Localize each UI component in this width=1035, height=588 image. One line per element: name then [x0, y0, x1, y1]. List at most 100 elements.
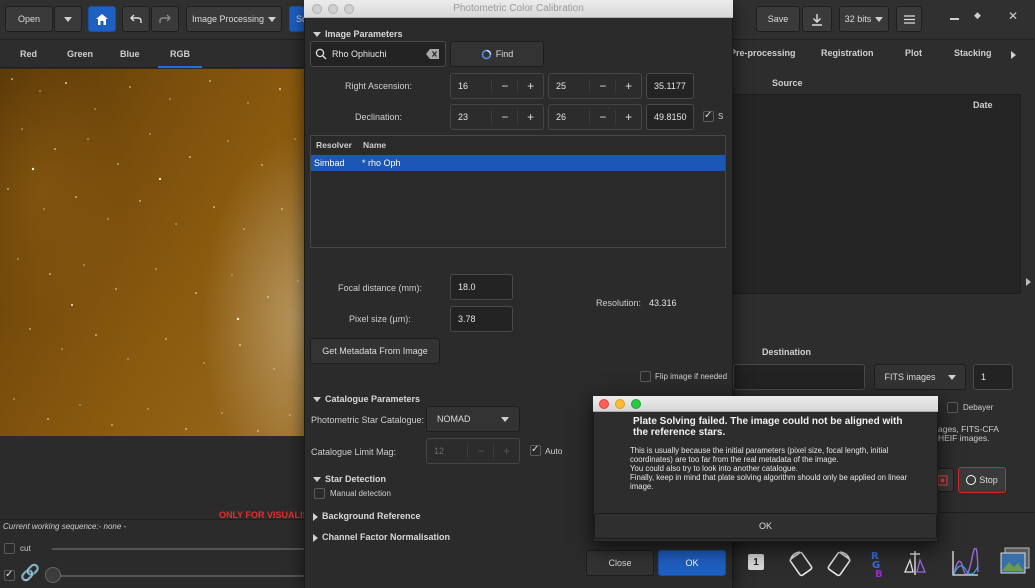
cut-slider-track[interactable]	[52, 548, 304, 550]
name-column-header[interactable]: Name	[363, 140, 386, 150]
row-name: * rho Oph	[362, 158, 401, 168]
channel-factor-header[interactable]: Channel Factor Normalisation	[313, 532, 450, 542]
destination-field[interactable]	[733, 364, 865, 390]
rotate-left-icon[interactable]	[786, 548, 816, 578]
close-window-icon[interactable]: ✕	[1008, 9, 1018, 23]
minus-icon[interactable]: −	[491, 110, 517, 124]
download-icon	[812, 13, 822, 26]
redo-button[interactable]	[151, 6, 179, 32]
ra-seconds-field[interactable]: 35.1177	[646, 73, 694, 99]
dec-seconds-field[interactable]: 49.8150	[646, 104, 694, 130]
link-icon[interactable]: 🔗	[20, 563, 40, 583]
auto-checkbox[interactable]	[530, 444, 541, 456]
error-body-1: This is usually because the initial para…	[630, 446, 889, 464]
tab-blue[interactable]: Blue	[120, 49, 140, 59]
focal-distance-field[interactable]: 18.0	[450, 274, 513, 300]
find-button[interactable]: Find	[450, 41, 544, 67]
catalogue-parameters-header[interactable]: Catalogue Parameters	[313, 394, 420, 404]
south-checkbox[interactable]	[703, 110, 714, 122]
debayer-label: Debayer	[963, 403, 994, 412]
object-search-input[interactable]: Rho Ophiuchi	[310, 41, 446, 67]
tab-registration[interactable]: Registration	[821, 48, 874, 58]
resolver-table[interactable]	[310, 135, 726, 248]
tab-green[interactable]: Green	[67, 49, 93, 59]
error-close-dot[interactable]	[599, 399, 609, 409]
pixel-size-field[interactable]: 3.78	[450, 306, 513, 332]
limit-mag-spinner[interactable]: 12− +	[426, 438, 520, 464]
badge-1-icon[interactable]: 1	[748, 554, 764, 570]
low-slider-handle[interactable]	[45, 567, 61, 583]
destination-header: Destination	[762, 347, 812, 357]
resolver-column-header[interactable]: Resolver	[316, 140, 352, 150]
tab-rgb[interactable]: RGB	[170, 49, 190, 59]
panel-collapse-icon[interactable]	[1026, 276, 1035, 286]
get-metadata-button[interactable]: Get Metadata From Image	[310, 338, 440, 364]
catalogue-select[interactable]: NOMAD	[426, 406, 520, 432]
cut-label: cut	[20, 544, 31, 553]
low-slider-track[interactable]	[52, 575, 304, 577]
svg-text:B: B	[875, 569, 883, 578]
bit-depth-menu[interactable]: 32 bits	[839, 6, 889, 32]
output-count-field[interactable]: 1	[973, 364, 1013, 390]
scripts-menu[interactable]: Sc	[289, 6, 307, 32]
dec-degrees-spinner[interactable]: 23− +	[450, 104, 544, 130]
dec-minutes-spinner[interactable]: 26− +	[548, 104, 642, 130]
plus-icon[interactable]: +	[615, 110, 641, 124]
plus-icon[interactable]: +	[615, 79, 641, 93]
table-row[interactable]: Simbad * rho Oph	[311, 155, 725, 171]
save-button[interactable]: Save	[756, 6, 800, 32]
error-minimize-dot[interactable]	[615, 399, 625, 409]
open-button[interactable]: Open	[5, 6, 53, 32]
tab-stacking[interactable]: Stacking	[954, 48, 992, 58]
error-ok-button[interactable]: OK	[594, 513, 937, 539]
open-dropdown-button[interactable]	[54, 6, 82, 32]
clear-input-icon[interactable]	[426, 49, 439, 59]
stop-button[interactable]: Stop	[958, 467, 1006, 493]
close-button[interactable]: Close	[586, 550, 654, 576]
flip-image-checkbox[interactable]	[640, 371, 651, 382]
output-format-select[interactable]: FITS images	[874, 364, 966, 390]
ok-button[interactable]: OK	[658, 550, 726, 576]
ra-hours-spinner[interactable]: 16− +	[450, 73, 544, 99]
histogram-icon[interactable]	[950, 548, 980, 578]
file-list[interactable]	[733, 94, 1021, 294]
main-menu-button[interactable]	[896, 6, 922, 32]
minus-icon[interactable]: −	[491, 79, 517, 93]
undo-button[interactable]	[122, 6, 150, 32]
resolution-value: 43.316	[649, 298, 677, 308]
home-button[interactable]	[88, 6, 116, 32]
hamburger-icon	[903, 14, 915, 24]
background-reference-header[interactable]: Background Reference	[313, 511, 421, 521]
star-detection-header[interactable]: Star Detection	[313, 474, 386, 484]
channel-tabs-bar	[0, 40, 304, 68]
mirror-icon[interactable]	[900, 548, 930, 578]
image-viewport[interactable]	[0, 69, 304, 436]
image-parameters-header[interactable]: Image Parameters	[313, 29, 403, 39]
image-icon[interactable]	[998, 546, 1032, 578]
plus-icon[interactable]: +	[517, 110, 543, 124]
plus-icon[interactable]: +	[517, 79, 543, 93]
tab-preprocessing[interactable]: Pre-processing	[730, 48, 796, 58]
save-as-button[interactable]	[802, 6, 832, 32]
minus-icon[interactable]: −	[589, 79, 615, 93]
rotate-right-icon[interactable]	[824, 548, 854, 578]
date-column-header[interactable]: Date	[973, 100, 993, 110]
manual-detection-checkbox[interactable]	[314, 488, 325, 499]
collapsed-arrow-icon	[313, 533, 318, 542]
tabs-scroll-right-icon[interactable]	[1011, 49, 1020, 59]
debayer-checkbox[interactable]	[947, 402, 958, 413]
tab-red[interactable]: Red	[20, 49, 37, 59]
maximize-icon[interactable]: ◆	[974, 10, 981, 21]
image-processing-menu[interactable]: Image Processing	[186, 6, 282, 32]
tab-plot[interactable]: Plot	[905, 48, 922, 58]
ra-minutes-spinner[interactable]: 25− +	[548, 73, 642, 99]
rgb-compose-icon[interactable]: RGB	[862, 548, 892, 578]
undo-icon	[130, 14, 142, 23]
link-checkbox[interactable]	[4, 569, 15, 581]
pixel-size-label: Pixel size (µm):	[349, 314, 411, 324]
cut-checkbox[interactable]	[4, 543, 15, 554]
minimize-icon[interactable]	[950, 18, 959, 20]
minus-icon[interactable]: −	[589, 110, 615, 124]
error-zoom-dot[interactable]	[631, 399, 641, 409]
find-spinner-icon	[481, 49, 491, 59]
